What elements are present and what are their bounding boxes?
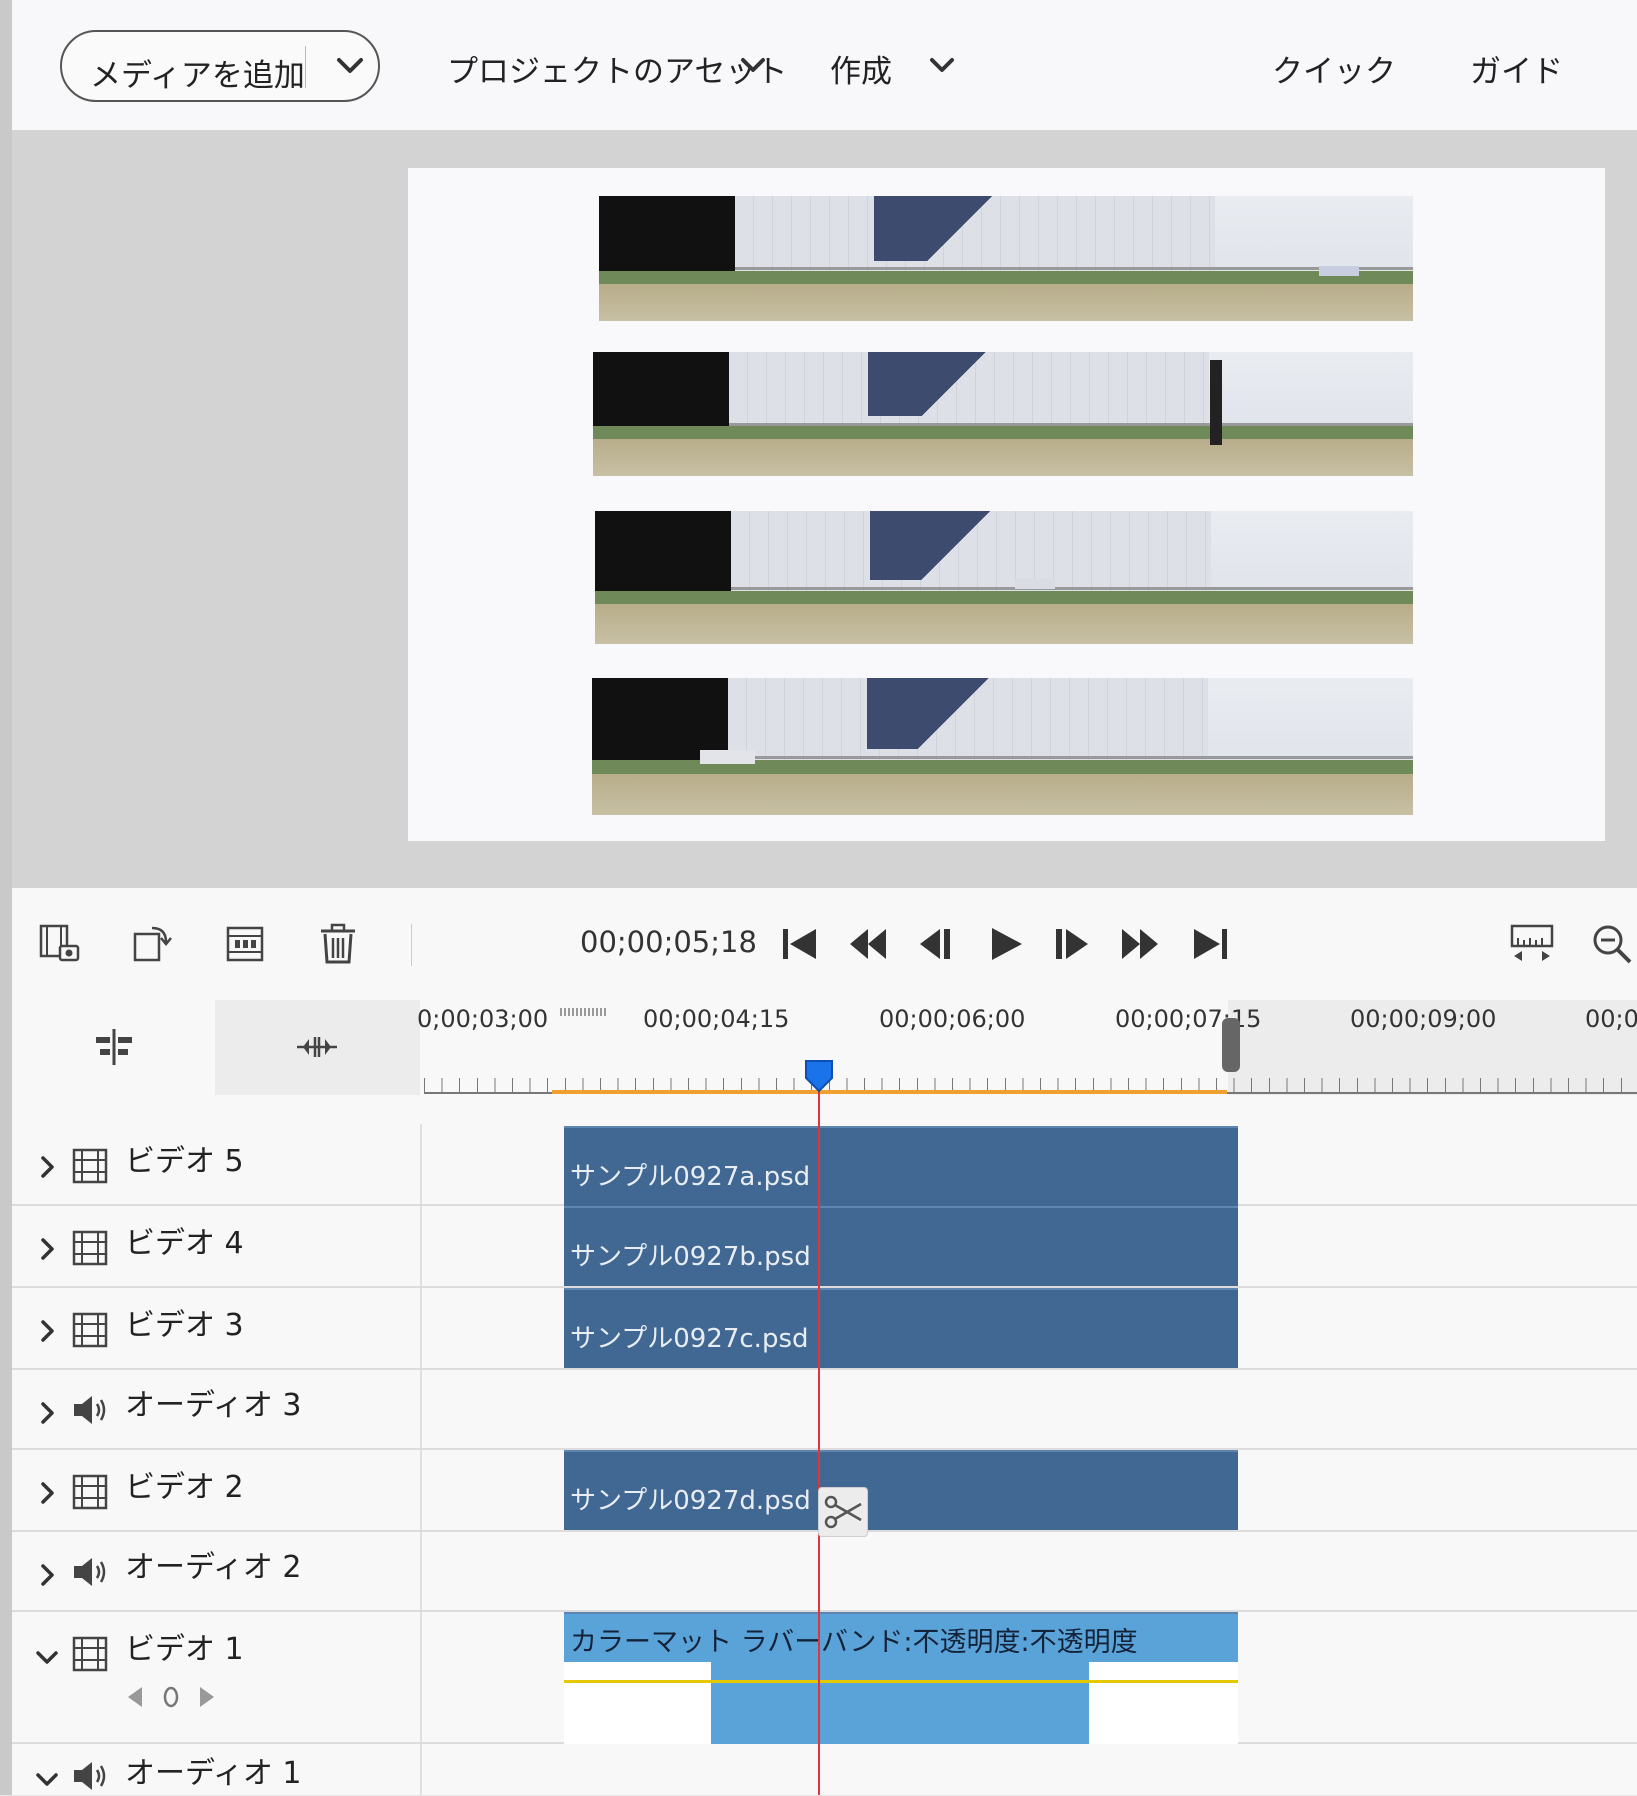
add-marker-icon[interactable] <box>38 922 82 966</box>
create-menu[interactable]: 作成 <box>830 46 892 91</box>
chevron-down-icon[interactable] <box>330 46 370 86</box>
track-video-1: ビデオ 1 カラーマット ラバーバンド:不透明度:不透明度 <box>12 1612 1637 1744</box>
clip[interactable]: サンプル0927a.psd <box>564 1126 1238 1206</box>
clip-name: サンプル0927a.psd <box>570 1162 811 1192</box>
go-to-start-icon[interactable] <box>778 922 822 966</box>
chevron-right-icon[interactable] <box>34 1562 60 1588</box>
chevron-right-icon[interactable] <box>34 1400 60 1426</box>
trash-icon[interactable] <box>316 922 360 966</box>
current-timecode[interactable]: 00;00;05;18 <box>580 925 757 959</box>
tab-guide[interactable]: ガイド <box>1470 46 1563 91</box>
track-name[interactable]: オーディオ 1 <box>125 1748 302 1792</box>
track-name[interactable]: ビデオ 3 <box>125 1300 244 1344</box>
track-video-5: ビデオ 5 サンプル0927a.psd <box>12 1124 1637 1206</box>
play-icon[interactable] <box>984 922 1028 966</box>
chevron-down-icon[interactable] <box>738 50 768 80</box>
ruler-label: 00;00;06;00 <box>879 1005 1026 1033</box>
fit-timeline-icon[interactable] <box>1510 922 1554 966</box>
tab-quick[interactable]: クイック <box>1272 46 1396 91</box>
clip[interactable]: サンプル0927d.psd <box>564 1450 1238 1530</box>
track-name[interactable]: ビデオ 4 <box>125 1218 244 1262</box>
track-name[interactable]: ビデオ 1 <box>125 1624 244 1668</box>
add-media-label: メディアを追加 <box>90 58 305 94</box>
work-area-out-handle[interactable] <box>1222 1018 1240 1072</box>
track-name[interactable]: オーディオ 2 <box>125 1542 302 1586</box>
ruler-label: 00;0 <box>1585 1005 1637 1033</box>
clip-name: サンプル0927d.psd <box>570 1486 811 1516</box>
keyframe-navigator[interactable] <box>124 1682 218 1712</box>
ruler-label: 0;00;03;00 <box>417 1005 549 1033</box>
chevron-right-icon[interactable] <box>34 1236 60 1262</box>
add-media-separator <box>305 46 306 88</box>
work-area-bar[interactable] <box>552 1090 1227 1094</box>
playhead-handle-icon[interactable] <box>803 1058 835 1094</box>
clip-name: サンプル0927c.psd <box>570 1324 809 1354</box>
chevron-down-icon[interactable] <box>927 50 957 80</box>
chevron-down-icon[interactable] <box>34 1766 60 1792</box>
scissors-icon <box>824 1495 862 1529</box>
preview-frame <box>408 168 1605 841</box>
speaker-icon <box>74 1558 106 1586</box>
step-back-icon[interactable] <box>846 922 890 966</box>
clip-color-matte[interactable]: カラーマット ラバーバンド:不透明度:不透明度 <box>564 1612 1238 1744</box>
track-video-4: ビデオ 4 サンプル0927b.psd <box>12 1206 1637 1288</box>
rotate-icon[interactable] <box>130 922 174 966</box>
add-media-button[interactable]: メディアを追加 <box>60 30 380 102</box>
clip[interactable]: サンプル0927c.psd <box>564 1288 1238 1368</box>
film-strip-icon[interactable] <box>224 922 268 966</box>
video-track-icon <box>72 1312 108 1348</box>
ruler-label: 00;00;09;00 <box>1350 1005 1497 1033</box>
go-to-end-icon[interactable] <box>1188 922 1232 966</box>
align-tracks-icon[interactable] <box>92 1027 136 1067</box>
track-name[interactable]: オーディオ 3 <box>125 1380 302 1424</box>
left-edge <box>0 0 12 1795</box>
track-name[interactable]: ビデオ 5 <box>125 1136 244 1180</box>
project-assets-menu[interactable]: プロジェクトのアセット <box>447 46 787 91</box>
track-audio-2: オーディオ 2 <box>12 1532 1637 1612</box>
track-audio-3: オーディオ 3 <box>12 1370 1637 1450</box>
track-audio-1: オーディオ 1 <box>12 1744 1637 1795</box>
clip[interactable]: サンプル0927b.psd <box>564 1206 1238 1286</box>
clip-fade-region <box>564 1662 711 1744</box>
speaker-icon <box>74 1396 106 1424</box>
video-track-icon <box>72 1474 108 1510</box>
work-area-marker[interactable] <box>560 1008 606 1016</box>
clip-fade-region <box>1089 1662 1238 1744</box>
ruler-label: 00;00;04;15 <box>643 1005 790 1033</box>
track-video-3: ビデオ 3 サンプル0927c.psd <box>12 1288 1637 1370</box>
audio-waveform-icon[interactable] <box>295 1033 339 1061</box>
speaker-icon <box>74 1762 106 1790</box>
frame-forward-icon[interactable] <box>1050 922 1094 966</box>
opacity-rubber-band[interactable] <box>564 1680 1238 1683</box>
chevron-down-icon[interactable] <box>34 1644 60 1670</box>
step-forward-icon[interactable] <box>1118 922 1162 966</box>
video-track-icon <box>72 1636 108 1672</box>
preview-strip-d <box>592 678 1413 815</box>
zoom-out-icon[interactable] <box>1590 922 1634 966</box>
video-track-icon <box>72 1148 108 1184</box>
split-clip-button[interactable] <box>818 1487 868 1537</box>
preview-strip-b <box>593 352 1413 476</box>
clip-name: サンプル0927b.psd <box>570 1242 811 1272</box>
track-name[interactable]: ビデオ 2 <box>125 1462 244 1506</box>
chevron-right-icon[interactable] <box>34 1154 60 1180</box>
playhead-line[interactable] <box>818 1075 820 1795</box>
chevron-right-icon[interactable] <box>34 1480 60 1506</box>
video-track-icon <box>72 1230 108 1266</box>
chevron-right-icon[interactable] <box>34 1318 60 1344</box>
frame-back-icon[interactable] <box>914 922 958 966</box>
clip-name: カラーマット ラバーバンド:不透明度:不透明度 <box>570 1627 1138 1658</box>
preview-strip-a <box>599 196 1413 321</box>
toolbar-separator <box>411 924 412 966</box>
preview-strip-c <box>595 511 1413 644</box>
